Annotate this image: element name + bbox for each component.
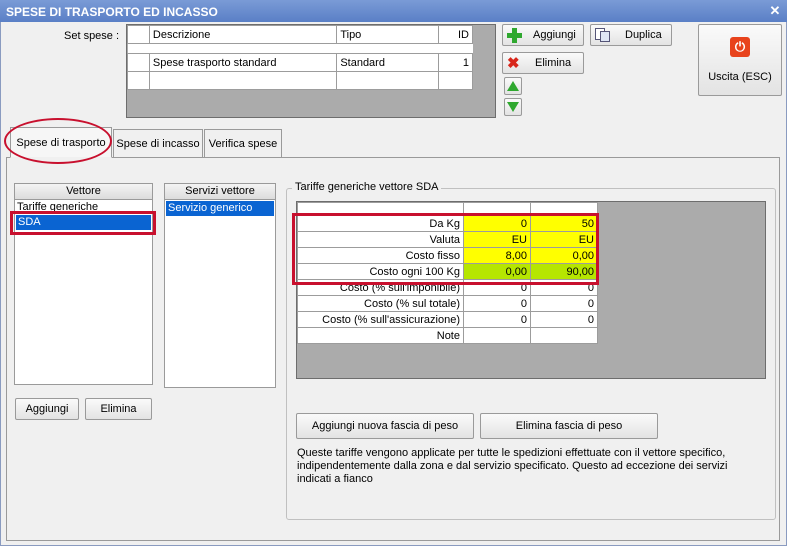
vettore-delete-button[interactable]: Elimina bbox=[85, 398, 152, 420]
tariff-cell[interactable]: 0 bbox=[463, 295, 531, 312]
delete-weight-band-button[interactable]: Elimina fascia di peso bbox=[480, 413, 658, 439]
table-row[interactable]: Costo (% sull'assicurazione) 0 0 bbox=[297, 311, 598, 328]
tab-spese-di-incasso[interactable]: Spese di incasso bbox=[113, 129, 203, 157]
vettore-add-label: Aggiungi bbox=[25, 403, 69, 415]
vettore-add-button[interactable]: Aggiungi bbox=[15, 398, 79, 420]
add-button-label: Aggiungi bbox=[533, 29, 576, 41]
exit-button-label: Uscita (ESC) bbox=[708, 71, 772, 83]
column-header-descrizione[interactable]: Descrizione bbox=[148, 25, 338, 44]
add-button[interactable]: Aggiungi bbox=[502, 24, 584, 46]
window-title-bar: SPESE DI TRASPORTO ED INCASSO bbox=[0, 0, 787, 22]
arrow-up-icon bbox=[507, 81, 519, 91]
annotation-circle bbox=[4, 118, 112, 164]
row-header-cell bbox=[127, 25, 150, 44]
window-title: SPESE DI TRASPORTO ED INCASSO bbox=[6, 5, 218, 19]
annotation-box bbox=[10, 211, 156, 235]
arrow-down-icon bbox=[507, 102, 519, 112]
add-weight-band-button[interactable]: Aggiungi nuova fascia di peso bbox=[296, 413, 474, 439]
row-label: Costo (% sul totale) bbox=[297, 295, 464, 312]
move-down-button[interactable] bbox=[504, 98, 522, 116]
tariff-cell[interactable]: 0 bbox=[463, 311, 531, 328]
tariff-cell[interactable]: 0 bbox=[530, 295, 598, 312]
delete-button[interactable]: ✖ Elimina bbox=[502, 52, 584, 74]
row-label: Note bbox=[297, 327, 464, 344]
add-weight-band-label: Aggiungi nuova fascia di peso bbox=[311, 420, 459, 432]
set-spese-label: Set spese : bbox=[64, 30, 120, 42]
tariff-cell[interactable]: 0 bbox=[530, 311, 598, 328]
annotation-box bbox=[292, 213, 599, 285]
delete-x-icon: ✖ bbox=[507, 55, 520, 72]
delete-weight-band-label: Elimina fascia di peso bbox=[515, 420, 623, 432]
tariff-cell[interactable] bbox=[463, 327, 531, 344]
column-header-tipo[interactable]: Tipo bbox=[336, 25, 440, 44]
tab-label: Verifica spese bbox=[208, 137, 278, 150]
cell-descrizione[interactable]: Spese trasporto standard bbox=[148, 53, 338, 72]
power-icon: ⏻ bbox=[730, 37, 750, 57]
duplicate-button[interactable]: Duplica bbox=[590, 24, 672, 46]
tariff-cell[interactable] bbox=[530, 327, 598, 344]
servizi-vettore-list[interactable]: Servizi vettore Servizio generico bbox=[164, 183, 276, 388]
column-header-id[interactable]: ID bbox=[438, 25, 473, 44]
table-row[interactable]: Spese trasporto standard Standard 1 bbox=[127, 53, 473, 72]
exit-button[interactable]: ⏻ Uscita (ESC) bbox=[698, 24, 782, 96]
tab-verifica-spese[interactable]: Verifica spese bbox=[204, 129, 282, 157]
row-label: Costo (% sull'assicurazione) bbox=[297, 311, 464, 328]
table-row[interactable]: Costo (% sul totale) 0 0 bbox=[297, 295, 598, 312]
tariffe-note: Queste tariffe vengono applicate per tut… bbox=[297, 447, 728, 485]
close-icon[interactable]: ✕ bbox=[767, 3, 783, 19]
list-item[interactable]: Servizio generico bbox=[166, 201, 274, 216]
cell-tipo[interactable]: Standard bbox=[336, 53, 440, 72]
duplicate-button-label: Duplica bbox=[625, 29, 662, 41]
vettore-list-header: Vettore bbox=[15, 184, 152, 200]
tariffe-group-title: Tariffe generiche vettore SDA bbox=[292, 181, 442, 193]
table-row[interactable]: Note bbox=[297, 327, 598, 344]
servizi-list-header: Servizi vettore bbox=[165, 184, 275, 200]
duplicate-icon bbox=[595, 28, 611, 42]
delete-button-label: Elimina bbox=[535, 57, 572, 69]
tab-label: Spese di incasso bbox=[116, 137, 200, 150]
cell-id[interactable]: 1 bbox=[438, 53, 473, 72]
set-spese-grid[interactable]: Descrizione Tipo ID Spese trasporto stan… bbox=[126, 24, 496, 118]
vettore-delete-label: Elimina bbox=[100, 403, 137, 415]
plus-icon bbox=[507, 28, 522, 43]
table-row[interactable] bbox=[127, 71, 473, 90]
move-up-button[interactable] bbox=[504, 77, 522, 95]
